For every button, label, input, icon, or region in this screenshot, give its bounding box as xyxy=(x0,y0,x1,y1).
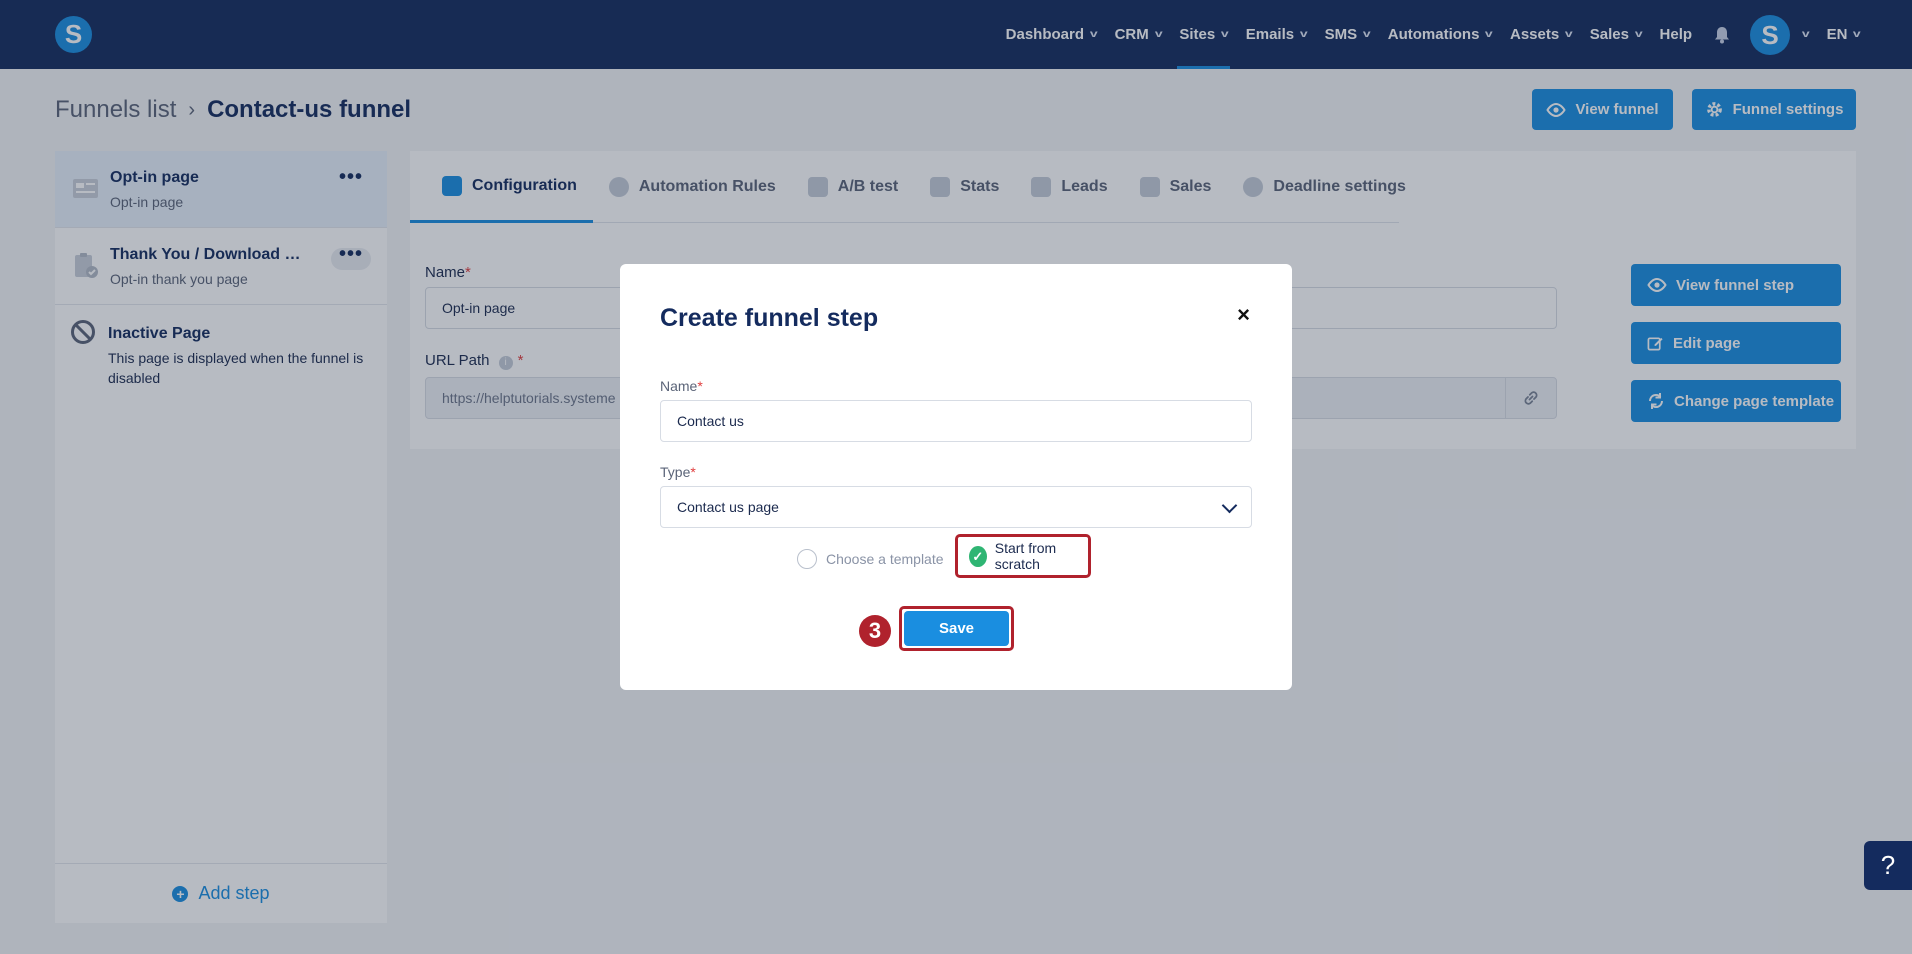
step-number-badge: 3 xyxy=(859,615,891,647)
choose-template-radio[interactable]: Choose a template xyxy=(797,549,944,569)
close-icon[interactable]: × xyxy=(1237,302,1250,328)
modal-name-label: Name* xyxy=(660,378,703,394)
save-button-highlight: Save xyxy=(899,606,1014,651)
chevron-down-icon xyxy=(1221,497,1238,514)
type-select-value: Contact us page xyxy=(677,499,779,515)
required-mark: * xyxy=(690,464,696,480)
modal-type-label-text: Type xyxy=(660,464,691,480)
check-circle-icon: ✓ xyxy=(969,545,987,567)
required-mark: * xyxy=(697,378,703,394)
start-from-scratch-label: Start from scratch xyxy=(994,540,1057,572)
radio-unchecked-icon xyxy=(797,549,817,569)
save-button[interactable]: Save xyxy=(904,611,1009,646)
modal-name-label-text: Name xyxy=(660,378,698,394)
help-button[interactable]: ? xyxy=(1864,841,1912,890)
choose-template-label: Choose a template xyxy=(826,551,944,567)
create-funnel-step-modal: Create funnel step × Name* Contact us Ty… xyxy=(620,264,1292,690)
type-select[interactable]: Contact us page xyxy=(660,486,1252,528)
modal-title: Create funnel step xyxy=(660,304,879,332)
start-from-scratch-radio[interactable]: ✓ Start from scratch xyxy=(955,534,1091,578)
modal-name-input[interactable]: Contact us xyxy=(660,400,1252,442)
modal-type-label: Type* xyxy=(660,464,696,480)
